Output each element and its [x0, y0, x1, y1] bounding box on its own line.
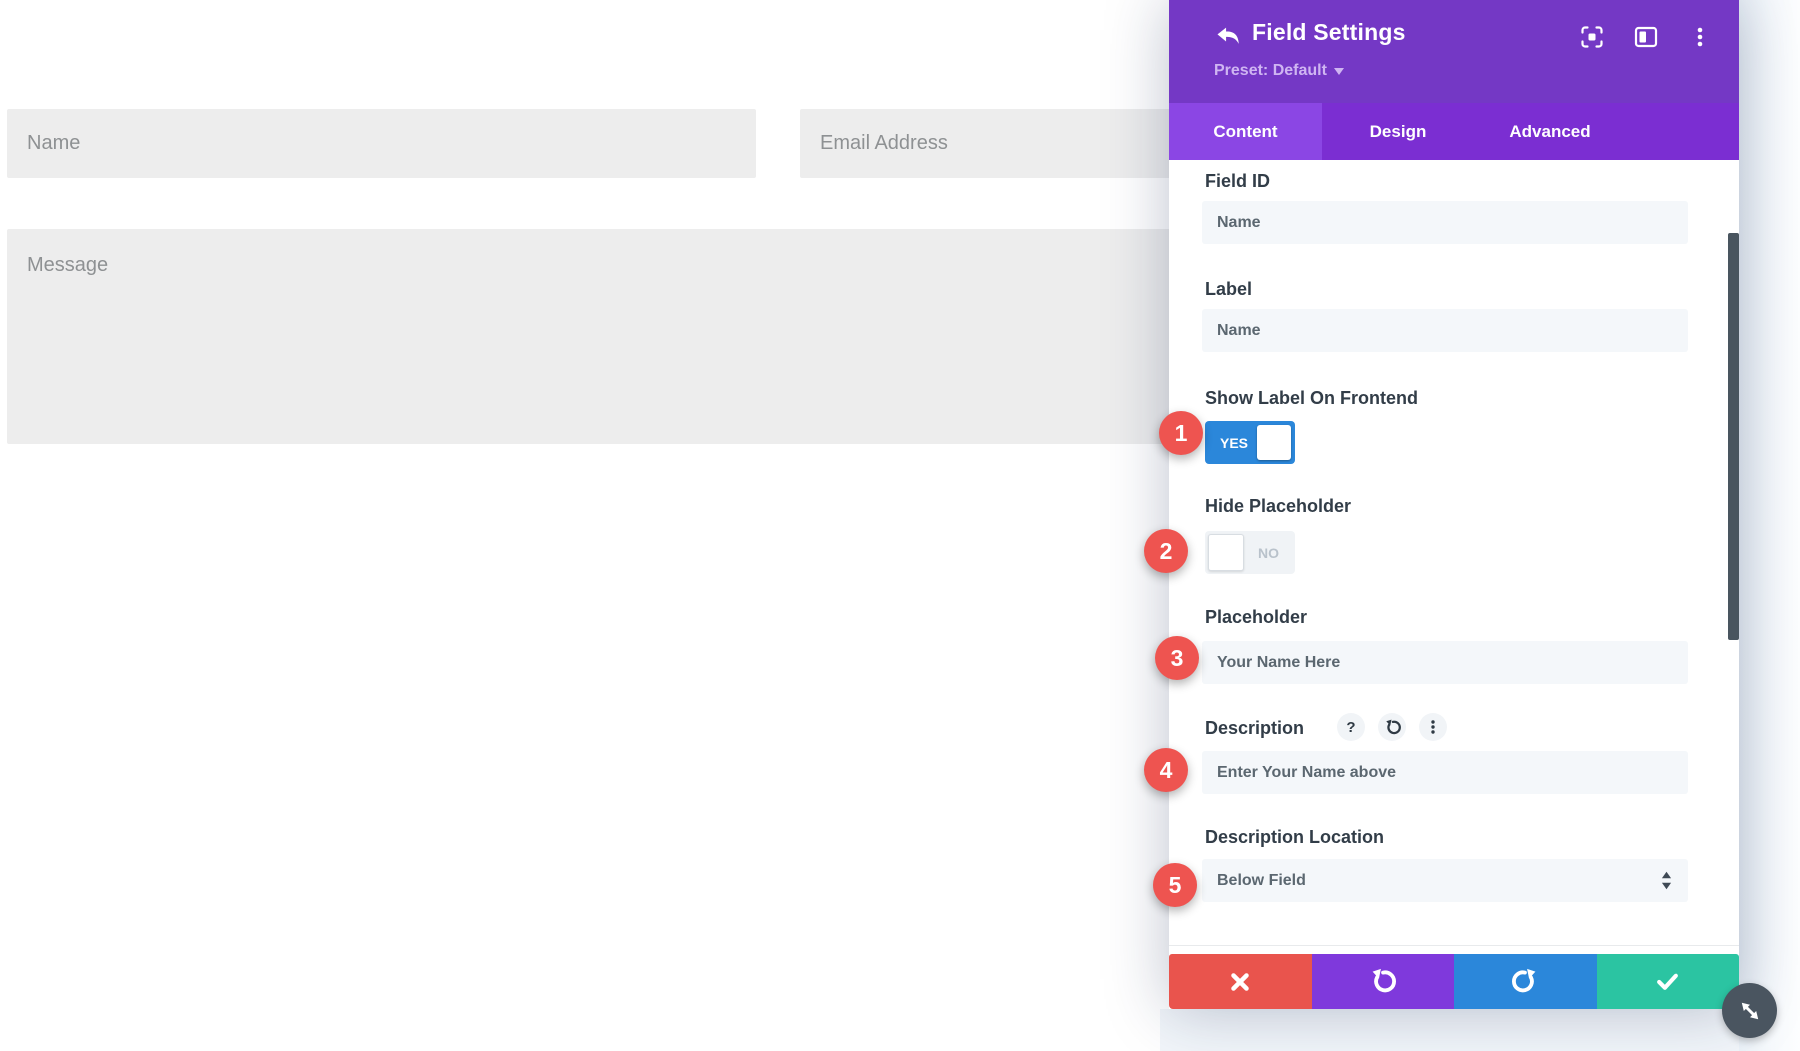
show-label-toggle[interactable]: YES	[1205, 421, 1295, 464]
footer-divider	[1169, 945, 1739, 946]
background-strip-right	[1739, 0, 1800, 1051]
show-label-on-frontend-label: Show Label On Frontend	[1205, 387, 1418, 409]
description-option-icons: ?	[1337, 713, 1447, 741]
toggle-no-label: NO	[1258, 545, 1279, 561]
hide-placeholder-label: Hide Placeholder	[1205, 495, 1351, 517]
scrollbar[interactable]	[1728, 233, 1739, 640]
help-glyph: ?	[1346, 719, 1355, 736]
description-location-select[interactable]: Below Field	[1202, 859, 1688, 902]
help-icon[interactable]: ?	[1337, 713, 1365, 741]
tab-advanced[interactable]: Advanced	[1474, 103, 1626, 160]
options-dots-icon[interactable]	[1419, 713, 1447, 741]
name-input[interactable]	[7, 109, 756, 178]
zoom-focus-icon[interactable]	[1579, 24, 1605, 50]
placeholder-input[interactable]	[1202, 641, 1688, 684]
caret-down-icon	[1334, 62, 1344, 80]
selected-option: Below Field	[1217, 872, 1306, 890]
description-input[interactable]	[1202, 751, 1688, 794]
tab-bar: Content Design Advanced	[1169, 103, 1739, 160]
panel-footer	[1169, 954, 1739, 1009]
page: Field Settings Preset: Default	[0, 0, 1800, 1051]
marker-1: 1	[1159, 411, 1203, 455]
undo-button[interactable]	[1312, 954, 1455, 1009]
discard-button[interactable]	[1169, 954, 1312, 1009]
tab-content[interactable]: Content	[1169, 103, 1322, 160]
placeholder-label: Placeholder	[1205, 606, 1307, 628]
marker-2: 2	[1144, 529, 1188, 573]
select-arrows-icon	[1661, 871, 1672, 895]
back-icon[interactable]	[1213, 22, 1243, 52]
description-label: Description	[1205, 717, 1304, 739]
hide-placeholder-toggle[interactable]: NO	[1205, 531, 1295, 574]
background-strip-bottom	[1160, 1009, 1739, 1051]
toggle-knob	[1257, 425, 1291, 460]
field-id-label: Field ID	[1205, 170, 1270, 192]
tab-design[interactable]: Design	[1322, 103, 1474, 160]
reset-icon[interactable]	[1378, 713, 1406, 741]
marker-5: 5	[1153, 863, 1197, 907]
toggle-knob	[1208, 534, 1244, 571]
split-view-icon[interactable]	[1633, 24, 1659, 50]
description-location-label: Description Location	[1205, 826, 1384, 848]
preset-selector[interactable]: Preset: Default	[1214, 62, 1344, 80]
resize-handle[interactable]	[1722, 983, 1777, 1038]
toggle-yes-label: YES	[1220, 435, 1248, 451]
field-id-input[interactable]	[1202, 201, 1688, 244]
save-button[interactable]	[1597, 954, 1740, 1009]
preset-label: Preset: Default	[1214, 62, 1327, 80]
panel-header: Field Settings Preset: Default	[1169, 0, 1739, 103]
label-input[interactable]	[1202, 309, 1688, 352]
panel-title: Field Settings	[1252, 19, 1406, 46]
field-settings-panel: Field Settings Preset: Default	[1169, 0, 1739, 1009]
header-actions	[1579, 24, 1713, 50]
marker-4: 4	[1144, 748, 1188, 792]
label-label: Label	[1205, 278, 1252, 300]
marker-3: 3	[1155, 636, 1199, 680]
redo-button[interactable]	[1454, 954, 1597, 1009]
more-options-icon[interactable]	[1687, 24, 1713, 50]
